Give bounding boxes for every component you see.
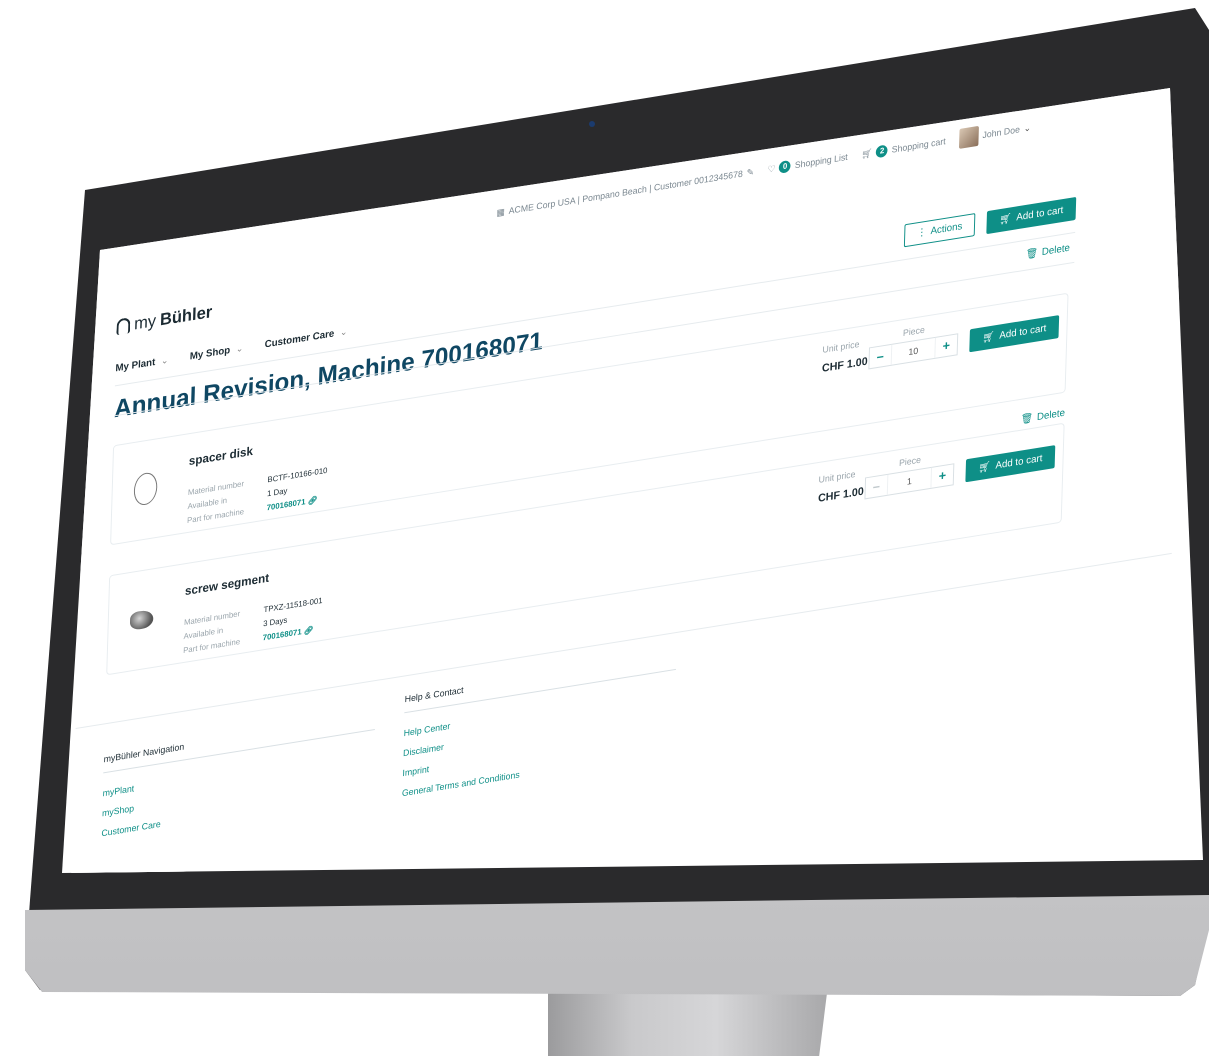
mybuhler-logo[interactable]: my Bühler: [116, 302, 213, 337]
add-to-cart-label: Add to cart: [999, 323, 1047, 342]
nav-item-my-shop[interactable]: My Shop ⌄: [190, 343, 244, 363]
shopping-cart-link[interactable]: 🛒︎ 2 Shopping cart: [861, 135, 946, 160]
trash-icon: 🗑︎: [1025, 247, 1039, 261]
nav-label: My Plant: [115, 356, 156, 375]
monitor-stand: [548, 985, 828, 1056]
unit-price-value: CHF 1.00: [821, 355, 868, 375]
heart-icon: ♡: [767, 162, 776, 175]
nav-item-my-plant[interactable]: My Plant ⌄: [115, 355, 168, 374]
nav-label: My Shop: [189, 345, 231, 363]
footer-help-column: Help & Contact Help Center Disclaimer Im…: [402, 650, 677, 803]
add-to-cart-button[interactable]: 🛒︎ Add to cart: [965, 445, 1056, 483]
decrement-button[interactable]: –: [869, 345, 891, 368]
logo-prefix: my: [133, 311, 157, 334]
delete-button[interactable]: 🗑︎ Delete: [1025, 243, 1070, 261]
product-meta: Material number TPXZ-11518-001 Available …: [183, 594, 323, 658]
more-vertical-icon: ⋮: [916, 226, 927, 240]
user-menu[interactable]: John Doe ⌄: [958, 117, 1032, 149]
quantity-input[interactable]: 1: [886, 467, 933, 495]
logo-brand: Bühler: [159, 302, 213, 330]
increment-button[interactable]: +: [931, 464, 953, 487]
add-to-cart-button[interactable]: 🛒︎ Add to cart: [969, 315, 1060, 353]
product-name[interactable]: screw segment: [185, 571, 270, 598]
footer-nav-column: myBühler Navigation myPlant myShop Custo…: [101, 710, 376, 843]
link-icon: 🔗︎: [303, 625, 314, 636]
quantity-input[interactable]: 10: [890, 337, 936, 365]
cart-icon: 🛒︎: [981, 331, 995, 345]
shopping-list-link[interactable]: ♡ 0 Shopping List: [767, 151, 848, 176]
unit-price-value: CHF 1.00: [817, 485, 864, 505]
price-block: Unit price CHF 1.00: [822, 338, 869, 375]
shopping-cart-label: Shopping cart: [891, 136, 946, 155]
price-block: Unit price CHF 1.00: [818, 468, 865, 505]
edit-icon[interactable]: ✎: [746, 166, 755, 178]
cart-icon: 🛒︎: [861, 147, 873, 160]
actions-label: Actions: [930, 221, 963, 238]
chevron-down-icon: ⌄: [235, 342, 244, 355]
page-actions: ⋮ Actions 🛒︎ Add to cart: [904, 196, 1077, 248]
add-to-cart-label: Add to cart: [1016, 204, 1064, 224]
shopping-list-badge: 0: [779, 159, 792, 174]
nav-item-customer-care[interactable]: Customer Care ⌄: [265, 326, 348, 350]
camera-icon: [589, 121, 595, 127]
chevron-down-icon: ⌄: [339, 326, 348, 338]
cart-badge: 2: [876, 144, 889, 159]
actions-button[interactable]: ⋮ Actions: [904, 213, 976, 248]
quantity-block: Piece – 1 +: [864, 449, 955, 500]
avatar: [958, 125, 979, 149]
add-all-to-cart-button[interactable]: 🛒︎ Add to cart: [986, 196, 1077, 235]
decrement-button[interactable]: –: [865, 475, 887, 498]
nav-label: Customer Care: [264, 328, 335, 351]
user-name: John Doe: [982, 124, 1021, 141]
shopping-list-label: Shopping List: [794, 151, 848, 171]
cart-icon: 🛒︎: [978, 461, 991, 475]
product-image: [133, 471, 158, 507]
fingerprint-icon: [116, 317, 131, 336]
machine-number: 700168071: [266, 497, 306, 513]
increment-button[interactable]: +: [935, 334, 957, 357]
quantity-block: Piece – 10 +: [868, 319, 959, 370]
chevron-down-icon: ⌄: [1023, 121, 1032, 134]
cart-icon: 🛒︎: [999, 213, 1012, 227]
unit-price-label: Unit price: [818, 469, 856, 485]
product-meta: Material number BCTF-10166-010 Available …: [187, 464, 328, 528]
delete-label: Delete: [1036, 407, 1066, 424]
product-name[interactable]: spacer disk: [189, 444, 253, 468]
product-image: [129, 609, 154, 631]
unit-price-label: Unit price: [822, 339, 860, 355]
delete-label: Delete: [1041, 242, 1071, 259]
trash-icon: 🗑︎: [1020, 412, 1034, 426]
link-icon: 🔗︎: [307, 495, 318, 506]
machine-number: 700168071: [262, 627, 302, 643]
chevron-down-icon: ⌄: [160, 354, 169, 367]
building-icon: ▦: [496, 206, 505, 218]
add-to-cart-label: Add to cart: [995, 453, 1043, 472]
monitor-scene: ▦ ACME Corp USA | Pompano Beach | Custom…: [0, 0, 1209, 1056]
